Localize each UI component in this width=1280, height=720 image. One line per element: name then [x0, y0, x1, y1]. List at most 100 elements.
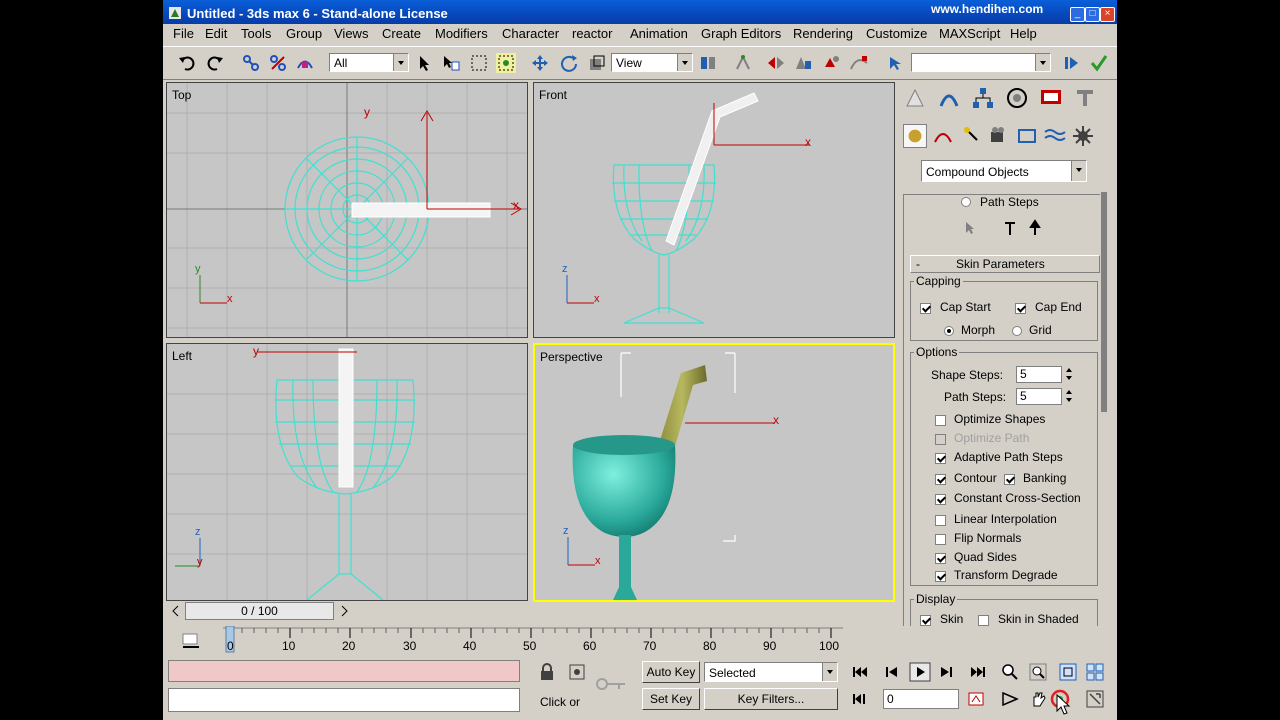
- banking-checkbox[interactable]: [1004, 474, 1015, 485]
- pick-shape-icon[interactable]: [961, 219, 979, 237]
- path-steps-spinner-arrows[interactable]: [1064, 388, 1074, 405]
- transform-degrade-checkbox[interactable]: [935, 571, 946, 582]
- select-and-move-icon[interactable]: [530, 53, 550, 73]
- key-mode-dropdown[interactable]: Selected: [704, 662, 838, 682]
- previous-frame-icon[interactable]: [883, 663, 901, 681]
- scrollbar-thumb[interactable]: [1101, 192, 1107, 412]
- rectangular-selection-region-icon[interactable]: [469, 53, 489, 73]
- maximize-viewport-icon[interactable]: [1086, 690, 1104, 708]
- bind-to-space-warp-icon[interactable]: [295, 53, 315, 73]
- zoom-all-icon[interactable]: [1029, 663, 1047, 681]
- grid-radio[interactable]: [1012, 326, 1022, 336]
- rollout-collapse-toggle[interactable]: -: [916, 257, 920, 271]
- viewport-perspective[interactable]: Perspective x z x: [533, 343, 895, 602]
- geometry-icon[interactable]: [903, 124, 927, 148]
- current-frame-field[interactable]: 0: [883, 689, 959, 709]
- curve-editor-icon[interactable]: [849, 53, 869, 73]
- render-scene-icon[interactable]: [1062, 53, 1082, 73]
- close-button[interactable]: ×: [1100, 7, 1115, 22]
- display-tab-icon[interactable]: [1039, 86, 1063, 110]
- menu-modifiers[interactable]: Modifiers: [435, 26, 488, 41]
- optimize-shapes-checkbox[interactable]: [935, 415, 946, 426]
- shape-steps-spinner-arrows[interactable]: [1064, 366, 1074, 383]
- align-icon[interactable]: [793, 53, 813, 73]
- edit-named-selection-icon[interactable]: [886, 53, 906, 73]
- menu-graph-editors[interactable]: Graph Editors: [701, 26, 781, 41]
- linear-interpolation-checkbox[interactable]: [935, 515, 946, 526]
- select-and-rotate-icon[interactable]: [559, 53, 579, 73]
- shapes-icon[interactable]: [931, 124, 955, 148]
- menu-tools[interactable]: Tools: [241, 26, 271, 41]
- select-and-manipulate-icon[interactable]: [733, 53, 753, 73]
- utilities-tab-icon[interactable]: [1073, 86, 1097, 110]
- menu-reactor[interactable]: reactor: [572, 26, 612, 41]
- contour-checkbox[interactable]: [935, 474, 946, 485]
- unlink-selection-icon[interactable]: [268, 53, 288, 73]
- window-crossing-icon[interactable]: [496, 53, 516, 73]
- prompt-line-input[interactable]: [168, 688, 520, 712]
- viewport-top[interactable]: Top y x y x: [166, 82, 528, 338]
- systems-icon[interactable]: [1071, 124, 1095, 148]
- track-bar[interactable]: 0 10 20 30 40 50 60 70 80 90 100: [163, 626, 1117, 658]
- shape-steps-spinner[interactable]: 5: [1016, 366, 1062, 383]
- named-selection-sets-icon[interactable]: [821, 53, 841, 73]
- motion-tab-icon[interactable]: [1005, 86, 1029, 110]
- viewport-front[interactable]: Front x z x: [533, 82, 895, 338]
- menu-character[interactable]: Character: [502, 26, 559, 41]
- move-down-icon[interactable]: [1026, 219, 1044, 237]
- morph-radio[interactable]: [944, 326, 954, 336]
- maximize-button[interactable]: □: [1085, 7, 1100, 22]
- object-category-dropdown[interactable]: Compound Objects: [921, 160, 1087, 182]
- select-object-icon[interactable]: [415, 53, 435, 73]
- menu-animation[interactable]: Animation: [630, 26, 688, 41]
- menu-customize[interactable]: Customize: [866, 26, 927, 41]
- menu-group[interactable]: Group: [286, 26, 322, 41]
- cameras-icon[interactable]: [987, 124, 1011, 148]
- adaptive-path-steps-checkbox[interactable]: [935, 453, 946, 464]
- zoom-extents-icon[interactable]: [1059, 663, 1077, 681]
- maxscript-listener-mini[interactable]: [168, 660, 520, 682]
- field-of-view-icon[interactable]: [1001, 690, 1019, 708]
- zoom-extents-all-icon[interactable]: [1086, 663, 1104, 681]
- minimize-button[interactable]: _: [1070, 7, 1085, 22]
- undo-icon[interactable]: [177, 53, 197, 73]
- lights-icon[interactable]: [959, 124, 983, 148]
- modify-tab-icon[interactable]: [937, 86, 961, 110]
- key-mode-toggle-icon[interactable]: [851, 690, 869, 708]
- space-warps-icon[interactable]: [1043, 124, 1067, 148]
- absolute-mode-icon[interactable]: [568, 663, 586, 681]
- key-icon[interactable]: [595, 674, 629, 694]
- mirror-icon[interactable]: [766, 53, 786, 73]
- chevron-left-icon[interactable]: [169, 604, 183, 618]
- redo-icon[interactable]: [205, 53, 225, 73]
- menu-views[interactable]: Views: [334, 26, 368, 41]
- selection-filter-dropdown[interactable]: All: [329, 53, 409, 72]
- create-tab-icon[interactable]: [903, 86, 927, 110]
- menu-create[interactable]: Create: [382, 26, 421, 41]
- zoom-icon[interactable]: [1001, 663, 1019, 681]
- use-pivot-center-icon[interactable]: [698, 53, 718, 73]
- select-by-name-icon[interactable]: [441, 53, 461, 73]
- move-up-icon[interactable]: [1001, 219, 1019, 237]
- key-filters-button[interactable]: Key Filters...: [704, 688, 838, 710]
- pan-hand-icon[interactable]: [1029, 690, 1047, 708]
- go-to-start-icon[interactable]: [851, 663, 869, 681]
- set-key-button[interactable]: Set Key: [642, 688, 700, 710]
- quad-sides-checkbox[interactable]: [935, 553, 946, 564]
- time-slider-thumb[interactable]: 0 / 100: [185, 602, 334, 620]
- auto-key-button[interactable]: Auto Key: [642, 661, 700, 683]
- cap-end-checkbox[interactable]: [1015, 303, 1026, 314]
- select-and-scale-icon[interactable]: [587, 53, 607, 73]
- menu-maxscript[interactable]: MAXScript: [939, 26, 1000, 41]
- menu-edit[interactable]: Edit: [205, 26, 227, 41]
- lock-icon[interactable]: [539, 663, 555, 681]
- mini-curve-editor-icon[interactable]: [181, 630, 201, 650]
- quick-render-icon[interactable]: [1089, 53, 1109, 73]
- play-icon[interactable]: [909, 662, 931, 682]
- time-slider[interactable]: 0 / 100: [166, 602, 530, 620]
- helpers-icon[interactable]: [1015, 124, 1039, 148]
- time-configuration-icon[interactable]: [967, 690, 985, 708]
- select-and-link-icon[interactable]: [241, 53, 261, 73]
- menu-help[interactable]: Help: [1010, 26, 1037, 41]
- next-frame-icon[interactable]: [937, 663, 955, 681]
